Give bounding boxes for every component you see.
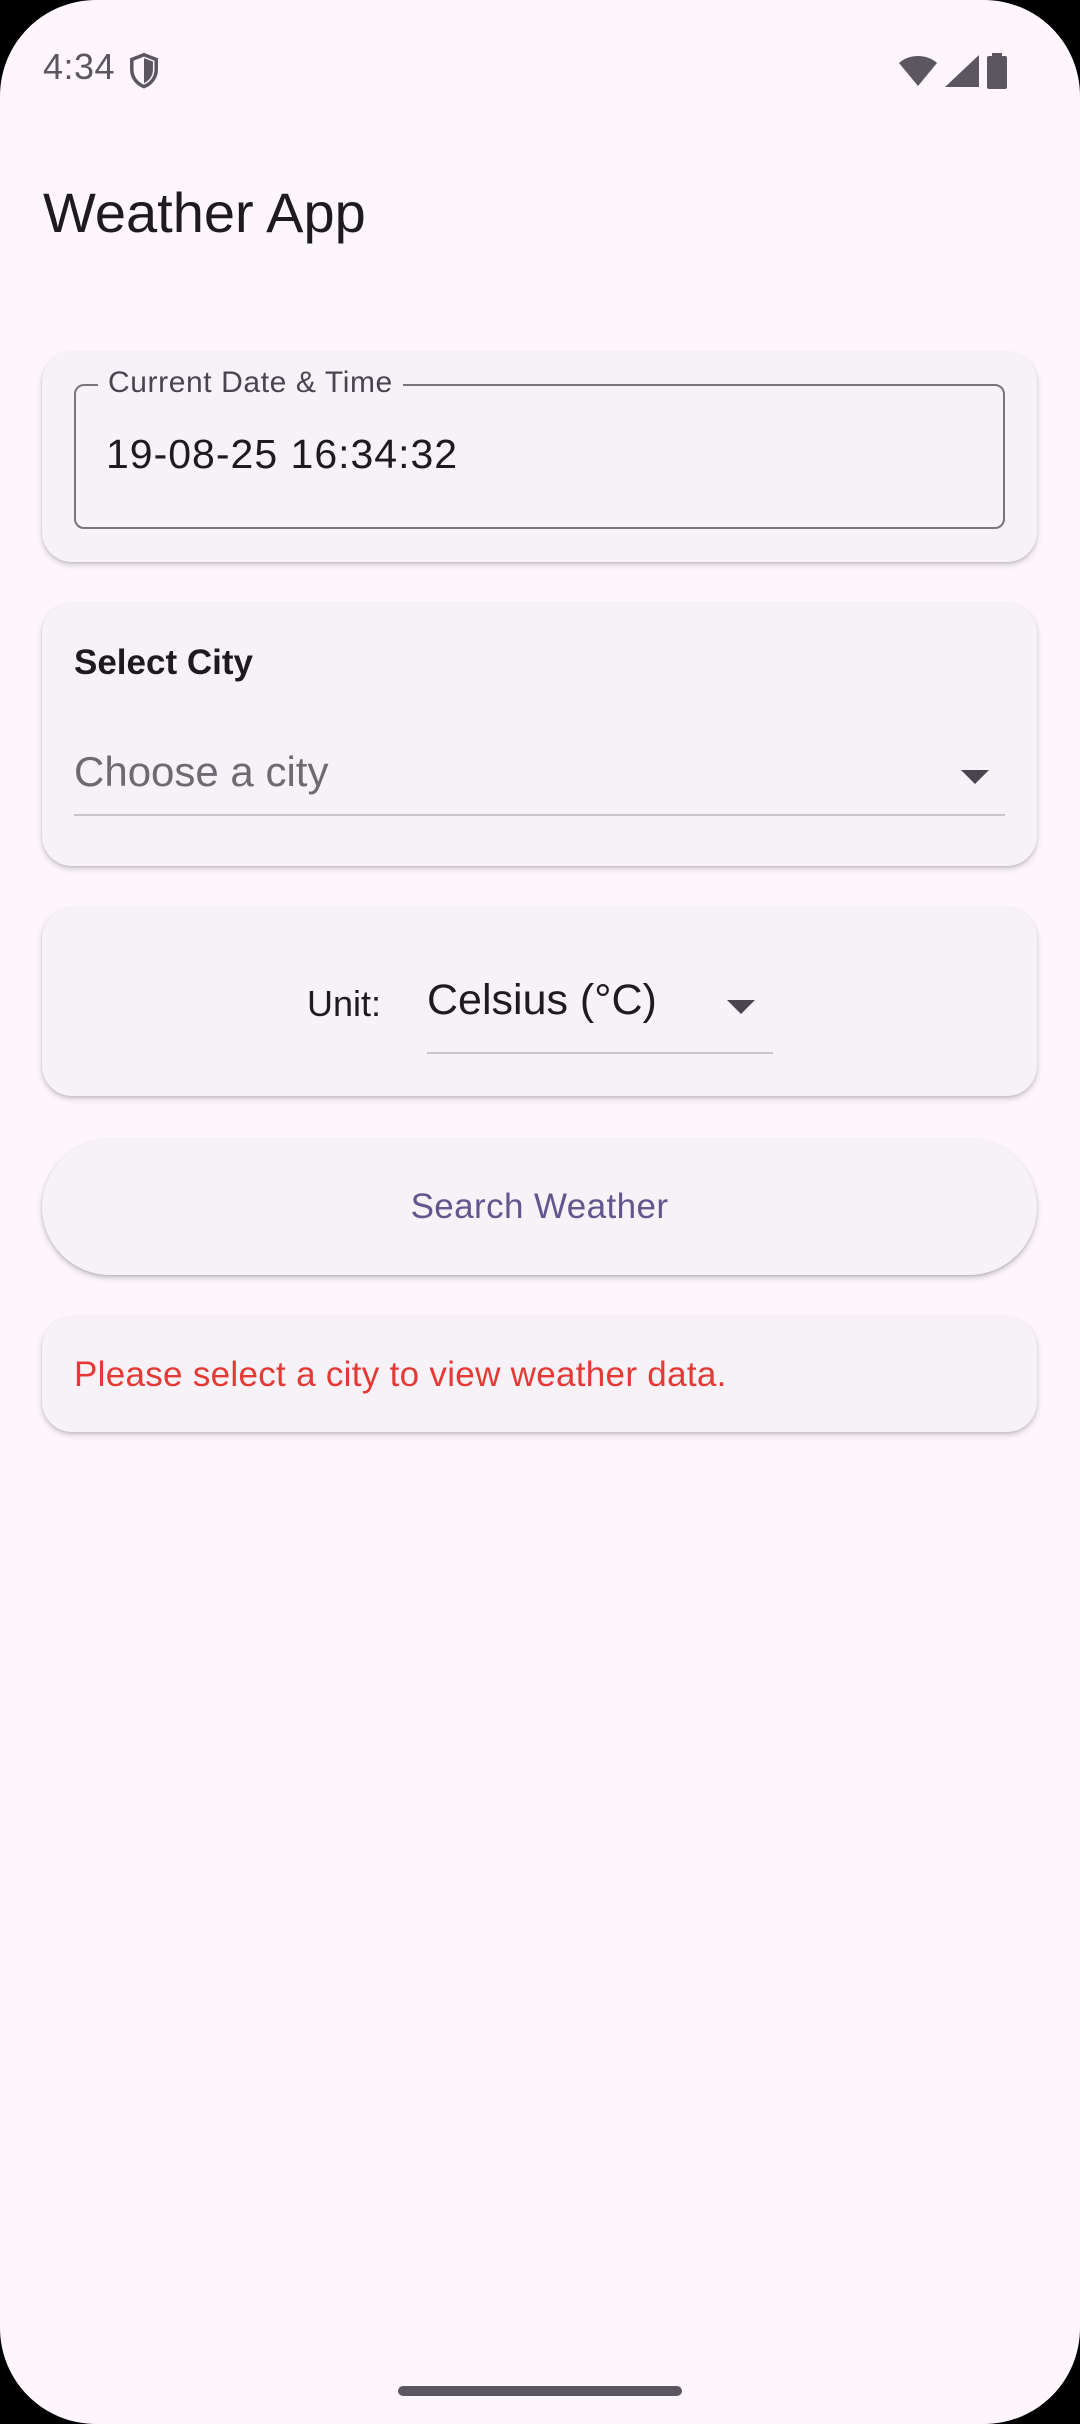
city-dropdown[interactable]: Choose a city bbox=[74, 718, 1005, 816]
error-card: Please select a city to view weather dat… bbox=[42, 1317, 1037, 1432]
search-weather-button-label: Search Weather bbox=[410, 1187, 669, 1226]
status-bar: 4:34 bbox=[0, 0, 1080, 140]
unit-label: Unit: bbox=[307, 983, 382, 1024]
battery-icon bbox=[987, 53, 1007, 89]
arrow-drop-down-icon bbox=[727, 1000, 755, 1014]
city-card-heading: Select City bbox=[74, 643, 253, 682]
datetime-card: Current Date & Time 19-08-25 16:34:32 bbox=[42, 352, 1037, 562]
city-dropdown-placeholder: Choose a city bbox=[74, 748, 329, 795]
status-time: 4:34 bbox=[43, 46, 116, 87]
page-title: Weather App bbox=[43, 181, 366, 244]
cellular-signal-icon bbox=[945, 55, 979, 87]
arrow-drop-down-icon bbox=[961, 770, 989, 784]
phone-screen: 4:34 Weather App Current Date & Time 19-… bbox=[0, 0, 1080, 2424]
wifi-icon bbox=[899, 56, 937, 86]
unit-card: Unit: Celsius (°C) bbox=[42, 908, 1037, 1096]
unit-dropdown[interactable]: Celsius (°C) bbox=[427, 968, 773, 1054]
datetime-field[interactable]: Current Date & Time 19-08-25 16:34:32 bbox=[74, 366, 1005, 529]
home-indicator[interactable] bbox=[398, 2386, 682, 2396]
shield-icon bbox=[130, 52, 158, 89]
datetime-field-value: 19-08-25 16:34:32 bbox=[106, 431, 459, 477]
search-weather-button[interactable]: Search Weather bbox=[42, 1139, 1037, 1275]
city-card: Select City Choose a city bbox=[42, 603, 1037, 866]
error-message: Please select a city to view weather dat… bbox=[74, 1355, 727, 1394]
status-icons bbox=[898, 52, 1008, 90]
unit-dropdown-value: Celsius (°C) bbox=[427, 976, 657, 1024]
datetime-field-label: Current Date & Time bbox=[98, 366, 403, 400]
